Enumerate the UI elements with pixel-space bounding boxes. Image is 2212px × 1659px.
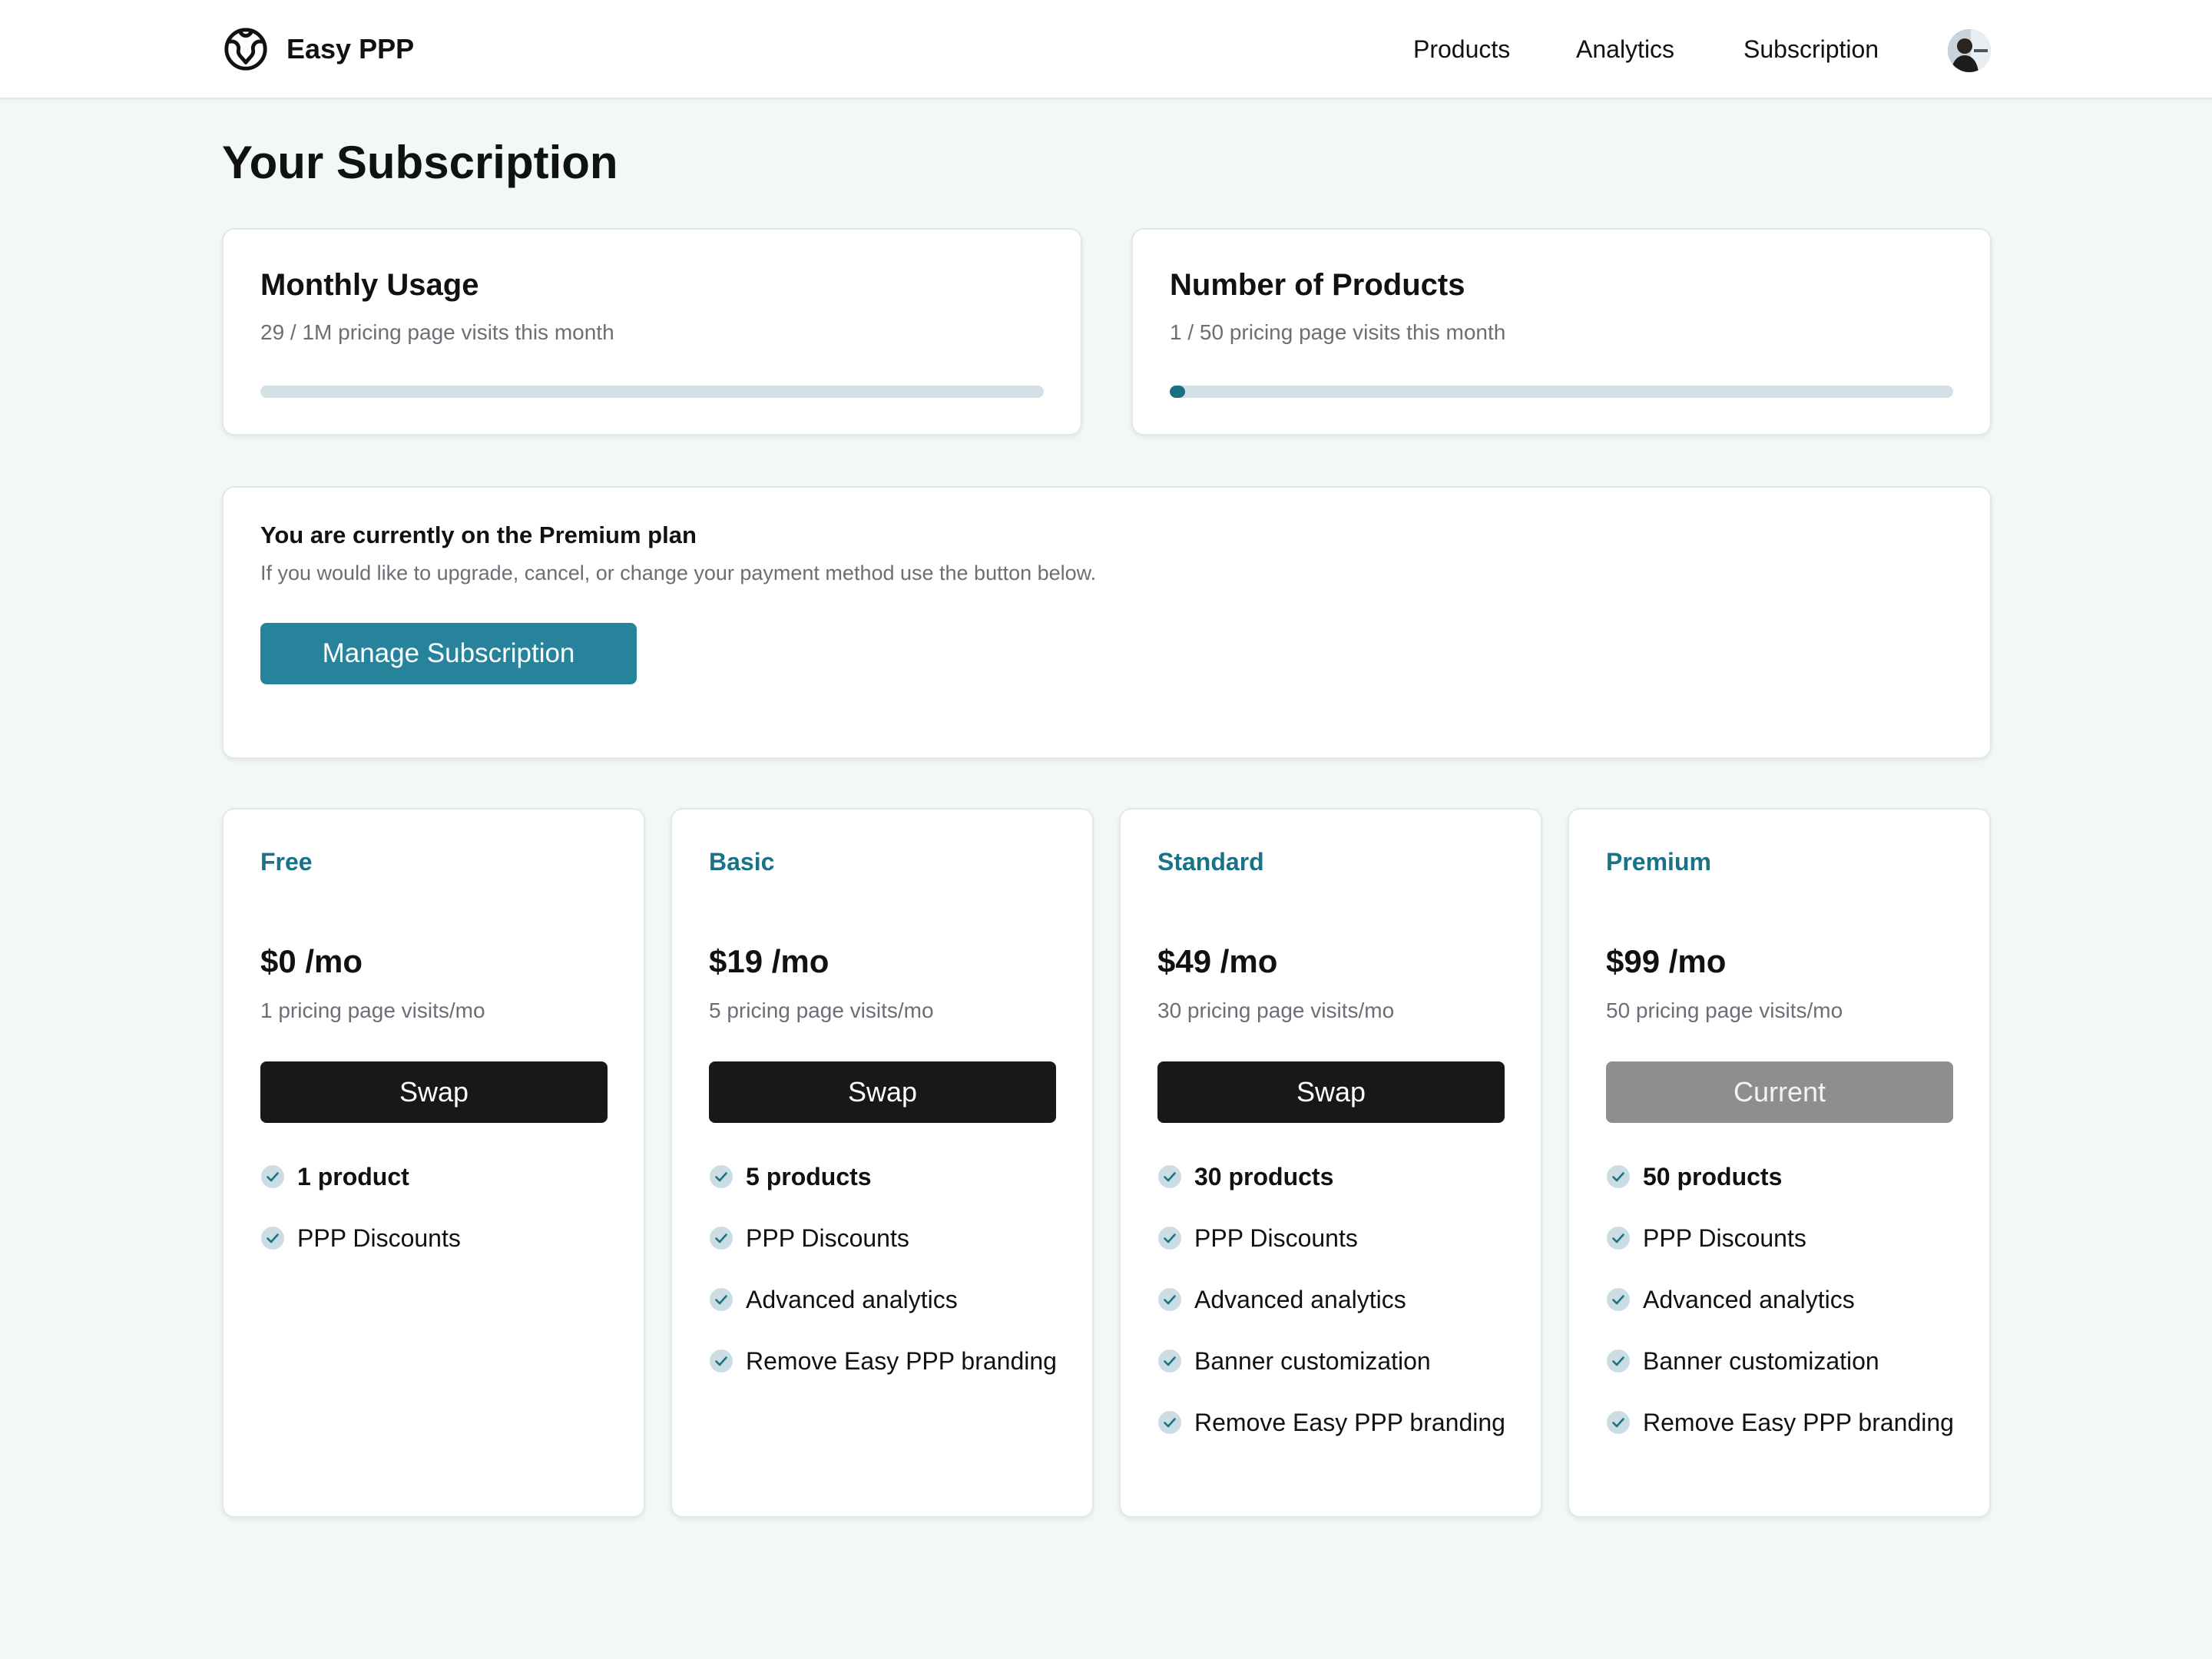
feature-label: Banner customization — [1194, 1347, 1431, 1375]
feature-item: 30 products — [1157, 1158, 1511, 1195]
check-circle-icon — [710, 1349, 733, 1373]
nav-subscription[interactable]: Subscription — [1743, 31, 1879, 68]
usage-card-title: Number of Products — [1170, 268, 1465, 302]
check-circle-icon — [261, 1165, 284, 1188]
feature-label: PPP Discounts — [1643, 1224, 1806, 1252]
pricing-card-free: Free $0 /mo 1 pricing page visits/mo Swap 1 … — [222, 808, 645, 1518]
check-circle-icon — [1158, 1349, 1181, 1373]
globe-logo-icon — [224, 28, 267, 71]
plan-name: Premium — [1606, 848, 1711, 876]
check-circle-icon — [1158, 1227, 1181, 1250]
feature-label: Advanced analytics — [746, 1286, 958, 1313]
brand-link[interactable]: Easy PPP — [222, 24, 414, 75]
feature-label: Banner customization — [1643, 1347, 1879, 1375]
check-circle-icon — [1607, 1165, 1630, 1188]
usage-progress-bar — [260, 386, 1044, 398]
usage-card-title: Monthly Usage — [260, 268, 479, 302]
brand-name: Easy PPP — [286, 33, 415, 65]
check-circle-icon — [710, 1165, 733, 1188]
usage-card-subtitle: 29 / 1M pricing page visits this month — [260, 320, 614, 344]
pricing-card-standard: Standard $49 /mo 30 pricing page visits/mo… — [1119, 808, 1542, 1518]
feature-label: 30 products — [1194, 1163, 1334, 1190]
feature-item: 1 product — [260, 1158, 614, 1195]
feature-label: PPP Discounts — [1194, 1224, 1358, 1252]
pricing-card-basic: Basic $19 /mo 5 pricing page visits/mo Swap… — [671, 808, 1094, 1518]
page-title: Your Subscription — [222, 137, 618, 188]
current-plan-button: Current — [1606, 1061, 1953, 1123]
feature-label: Advanced analytics — [1643, 1286, 1855, 1313]
feature-item: 5 products — [709, 1158, 1062, 1195]
manage-subscription-button[interactable]: Manage Subscription — [260, 623, 637, 684]
feature-label: Remove Easy PPP branding — [1643, 1409, 1954, 1436]
feature-label: Remove Easy PPP branding — [1194, 1409, 1505, 1436]
plan-visits: 1 pricing page visits/mo — [260, 998, 485, 1022]
check-circle-icon — [1607, 1411, 1630, 1434]
swap-plan-button[interactable]: Swap — [260, 1061, 608, 1123]
user-avatar[interactable] — [1948, 29, 1991, 72]
check-circle-icon — [261, 1227, 284, 1250]
plan-visits: 5 pricing page visits/mo — [709, 998, 934, 1022]
feature-item: Advanced analytics — [1157, 1281, 1511, 1318]
feature-list: 1 product PPP Discounts — [260, 1158, 614, 1281]
plan-price: $99 /mo — [1606, 943, 1727, 979]
feature-item: PPP Discounts — [1606, 1220, 1959, 1257]
current-plan-heading: You are currently on the Premium plan — [260, 522, 697, 548]
plan-name: Free — [260, 848, 313, 876]
plan-visits: 50 pricing page visits/mo — [1606, 998, 1843, 1022]
current-plan-description: If you would like to upgrade, cancel, or… — [260, 561, 1097, 584]
feature-label: Advanced analytics — [1194, 1286, 1406, 1313]
monthly-usage-card: Monthly Usage 29 / 1M pricing page visit… — [222, 228, 1082, 435]
feature-label: 50 products — [1643, 1163, 1783, 1190]
feature-item: Banner customization — [1157, 1343, 1511, 1379]
plan-name: Basic — [709, 848, 775, 876]
pricing-card-premium: Premium $99 /mo 50 pricing page visits/mo C… — [1568, 808, 1991, 1518]
feature-item: Advanced analytics — [709, 1281, 1062, 1318]
swap-plan-button[interactable]: Swap — [709, 1061, 1056, 1123]
feature-item: Remove Easy PPP branding — [1157, 1404, 1511, 1441]
check-circle-icon — [1607, 1227, 1630, 1250]
plan-visits: 30 pricing page visits/mo — [1157, 998, 1395, 1022]
plan-price: $19 /mo — [709, 943, 830, 979]
feature-item: PPP Discounts — [709, 1220, 1062, 1257]
swap-plan-button[interactable]: Swap — [1157, 1061, 1505, 1123]
feature-list: 50 products PPP Discounts Advanced analyti… — [1606, 1158, 1959, 1465]
feature-item: Banner customization — [1606, 1343, 1959, 1379]
feature-item: Remove Easy PPP branding — [1606, 1404, 1959, 1441]
top-navbar: Easy PPP Products Analytics Subscription — [0, 0, 2212, 99]
product-count-card: Number of Products 1 / 50 pricing page v… — [1131, 228, 1992, 435]
plan-name: Standard — [1157, 848, 1264, 876]
usage-card-subtitle: 1 / 50 pricing page visits this month — [1170, 320, 1506, 344]
feature-label: PPP Discounts — [297, 1224, 461, 1252]
feature-item: PPP Discounts — [260, 1220, 614, 1257]
product-progress-bar — [1170, 386, 1953, 398]
check-circle-icon — [1158, 1411, 1181, 1434]
avatar-image — [1948, 29, 1991, 72]
feature-item: Advanced analytics — [1606, 1281, 1959, 1318]
check-circle-icon — [710, 1227, 733, 1250]
check-circle-icon — [1158, 1288, 1181, 1311]
feature-label: PPP Discounts — [746, 1224, 909, 1252]
feature-label: 5 products — [746, 1163, 872, 1190]
current-plan-card: You are currently on the Premium plan If… — [222, 486, 1992, 759]
feature-label: 1 product — [297, 1163, 409, 1190]
feature-item: Remove Easy PPP branding — [709, 1343, 1062, 1379]
check-circle-icon — [1607, 1349, 1630, 1373]
product-progress-fill — [1170, 386, 1186, 398]
check-circle-icon — [710, 1288, 733, 1311]
check-circle-icon — [1158, 1165, 1181, 1188]
feature-list: 5 products PPP Discounts Advanced analytic… — [709, 1158, 1062, 1404]
feature-item: 50 products — [1606, 1158, 1959, 1195]
feature-label: Remove Easy PPP branding — [746, 1347, 1057, 1375]
feature-list: 30 products PPP Discounts Advanced analyti… — [1157, 1158, 1511, 1465]
check-circle-icon — [1607, 1288, 1630, 1311]
plan-price: $49 /mo — [1157, 943, 1278, 979]
feature-item: PPP Discounts — [1157, 1220, 1511, 1257]
nav-analytics[interactable]: Analytics — [1576, 31, 1674, 68]
plan-price: $0 /mo — [260, 943, 363, 979]
nav-products[interactable]: Products — [1413, 31, 1510, 68]
